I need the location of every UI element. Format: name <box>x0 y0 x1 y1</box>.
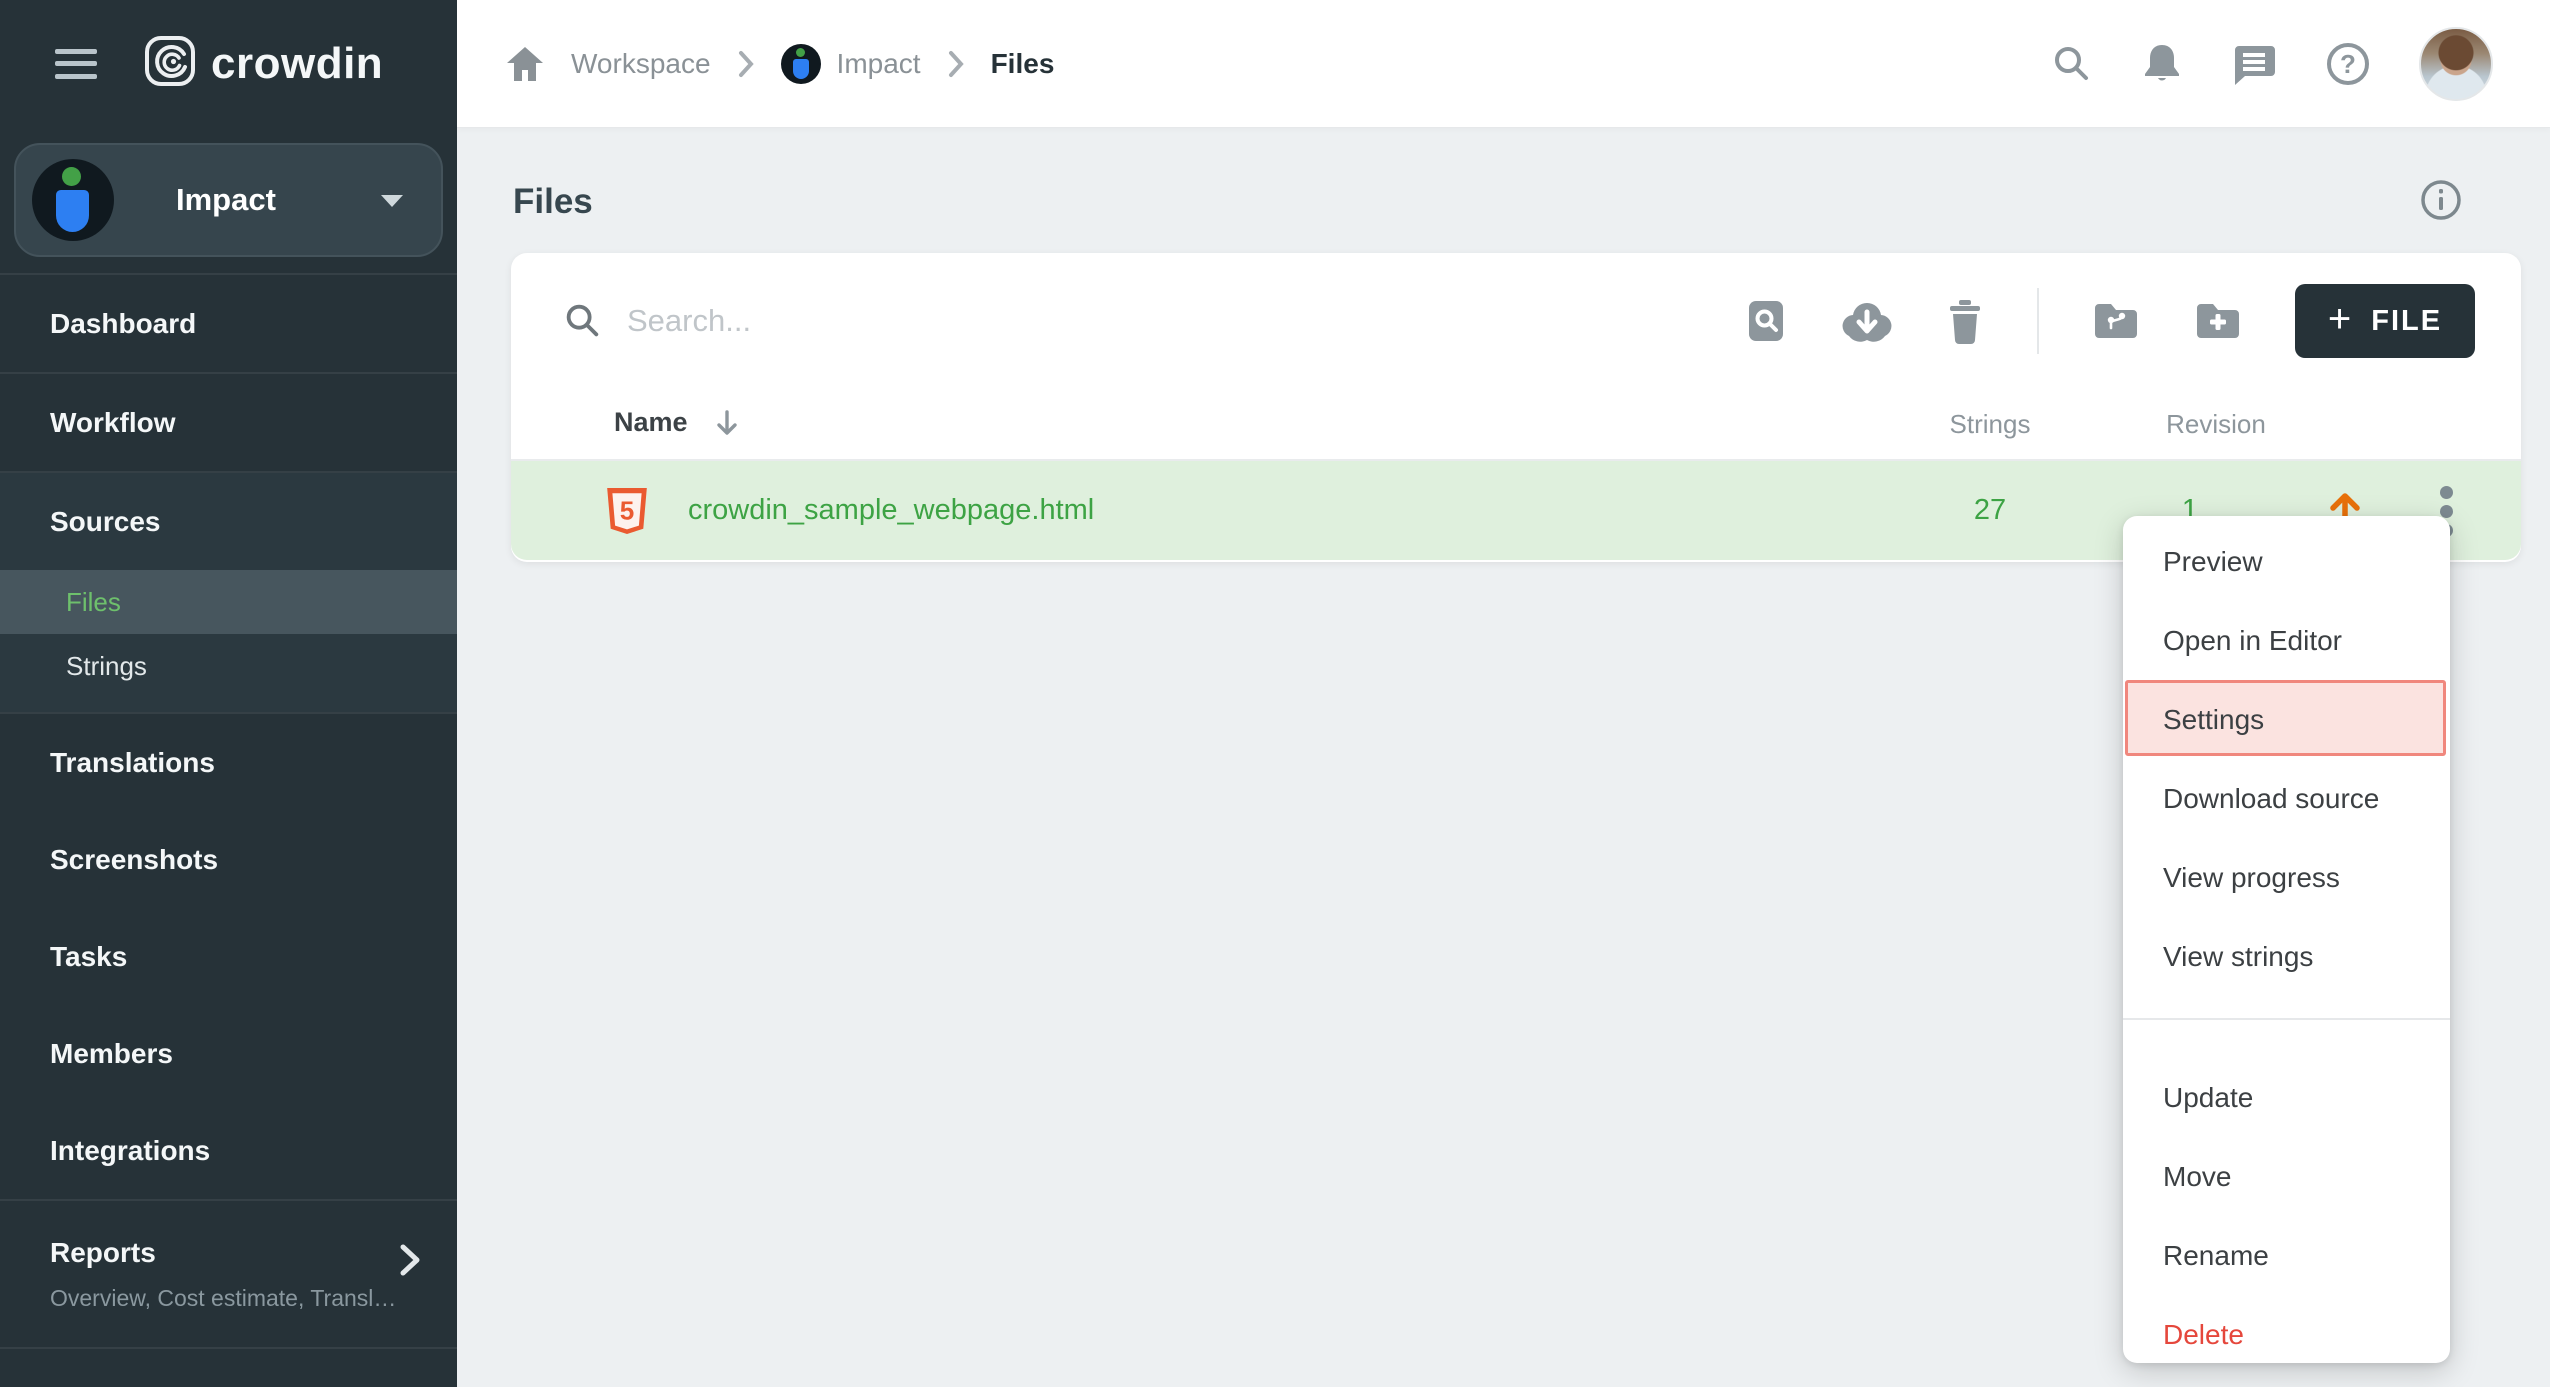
sidebar-item-screenshots[interactable]: Screenshots <box>0 811 457 908</box>
page-title: Files <box>513 182 593 222</box>
breadcrumb-home[interactable] <box>505 45 545 83</box>
column-header-strings[interactable]: Strings <box>1905 409 2075 440</box>
column-header-revision[interactable]: Revision <box>2131 409 2301 440</box>
sidebar-item-dashboard[interactable]: Dashboard <box>0 275 457 372</box>
hamburger-menu-icon[interactable] <box>55 49 97 79</box>
file-name-cell: 5 crowdin_sample_webpage.html <box>606 461 1094 560</box>
crowdin-logo[interactable]: crowdin <box>143 34 383 93</box>
menu-item-delete[interactable]: Delete <box>2123 1295 2450 1374</box>
file-name[interactable]: crowdin_sample_webpage.html <box>688 494 1094 527</box>
svg-text:5: 5 <box>620 495 635 525</box>
divider <box>0 1347 457 1349</box>
crowdin-logo-icon <box>143 34 197 93</box>
branch-folder-icon[interactable] <box>2091 300 2141 342</box>
menu-item-download-source[interactable]: Download source <box>2123 759 2450 838</box>
sidebar-item-members[interactable]: Members <box>0 1005 457 1102</box>
breadcrumb-project[interactable]: Impact <box>781 44 921 84</box>
crowdin-logo-text: crowdin <box>211 39 383 89</box>
menu-item-open-in-editor[interactable]: Open in Editor <box>2123 601 2450 680</box>
header-actions: ? <box>2049 27 2493 101</box>
breadcrumb-current-page: Files <box>991 48 1055 80</box>
sidebar-item-tasks[interactable]: Tasks <box>0 908 457 1005</box>
reports-subtitle: Overview, Cost estimate, Transl… <box>50 1285 457 1312</box>
sidebar-item-integrations[interactable]: Integrations <box>0 1102 457 1199</box>
help-icon[interactable]: ? <box>2325 41 2371 87</box>
menu-item-move[interactable]: Move <box>2123 1137 2450 1216</box>
menu-item-view-strings[interactable]: View strings <box>2123 917 2450 996</box>
sidebar-nav: Dashboard Workflow Sources Files Strings… <box>0 273 457 1349</box>
search-icon <box>561 300 603 342</box>
add-folder-icon[interactable] <box>2193 300 2243 342</box>
sidebar-item-translations[interactable]: Translations <box>0 714 457 811</box>
info-icon[interactable] <box>2420 179 2462 226</box>
file-strings-count: 27 <box>1905 494 2075 527</box>
breadcrumb: Workspace Impact Files <box>505 44 1054 84</box>
sidebar-item-strings[interactable]: Strings <box>0 634 457 698</box>
preview-file-icon[interactable] <box>1743 298 1789 344</box>
menu-item-preview[interactable]: Preview <box>2123 522 2450 601</box>
svg-text:?: ? <box>2340 49 2356 79</box>
project-selector[interactable]: Impact <box>14 143 443 257</box>
project-name: Impact <box>176 182 276 218</box>
toolbar-actions: + FILE <box>1743 284 2475 358</box>
add-file-button[interactable]: + FILE <box>2295 284 2475 358</box>
top-header: Workspace Impact Files ? <box>457 0 2550 127</box>
menu-item-settings[interactable]: Settings <box>2123 680 2450 759</box>
messages-chat-icon[interactable] <box>2231 42 2277 86</box>
plus-icon: + <box>2328 297 2353 342</box>
table-header: Name Strings Revision <box>511 389 2521 461</box>
crowdin-app: crowdin Impact Dashboard Workflow Source… <box>0 0 2550 1387</box>
search-bar <box>561 300 1743 342</box>
delete-trash-icon[interactable] <box>1945 298 1985 344</box>
files-toolbar: + FILE <box>511 253 2521 389</box>
menu-item-rename[interactable]: Rename <box>2123 1216 2450 1295</box>
chevron-right-icon <box>947 50 965 78</box>
sidebar-top: crowdin <box>0 0 457 127</box>
notifications-bell-icon[interactable] <box>2141 41 2183 87</box>
sidebar-item-reports[interactable]: Reports Overview, Cost estimate, Transl… <box>0 1201 457 1347</box>
sidebar-group-sources: Sources Files Strings <box>0 473 457 712</box>
project-logo <box>32 159 114 241</box>
sort-desc-icon <box>714 409 740 437</box>
menu-item-view-progress[interactable]: View progress <box>2123 838 2450 917</box>
menu-item-update[interactable]: Update <box>2123 1058 2450 1137</box>
user-avatar[interactable] <box>2419 27 2493 101</box>
sidebar: crowdin Impact Dashboard Workflow Source… <box>0 0 457 1387</box>
toolbar-divider <box>2037 288 2039 354</box>
home-icon <box>505 45 545 83</box>
search-icon[interactable] <box>2049 42 2093 86</box>
sidebar-item-workflow[interactable]: Workflow <box>0 374 457 471</box>
chevron-right-icon <box>737 50 755 78</box>
chevron-down-icon <box>381 195 403 207</box>
chevron-right-icon <box>397 1241 423 1284</box>
download-all-icon[interactable] <box>1841 299 1893 343</box>
search-input[interactable] <box>627 303 1327 339</box>
breadcrumb-workspace[interactable]: Workspace <box>571 48 711 80</box>
sidebar-item-files[interactable]: Files <box>0 570 457 634</box>
column-header-name[interactable]: Name <box>614 407 740 438</box>
sidebar-item-sources[interactable]: Sources <box>0 473 457 570</box>
file-context-menu: Preview Open in Editor Settings Download… <box>2123 516 2450 1363</box>
html5-file-icon: 5 <box>606 487 648 535</box>
project-logo-small <box>781 44 821 84</box>
menu-divider <box>2123 1018 2450 1020</box>
